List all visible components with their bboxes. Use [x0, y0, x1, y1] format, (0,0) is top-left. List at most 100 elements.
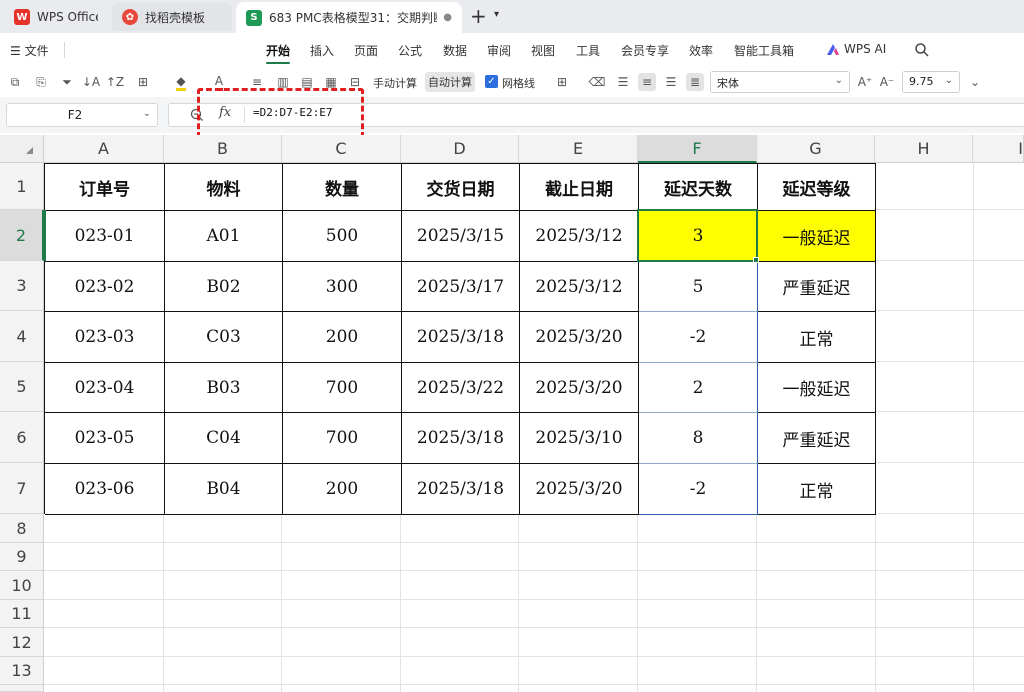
row-header-6[interactable]: 6 [0, 412, 44, 463]
auto-calc-button[interactable]: 自动计算 [425, 72, 475, 92]
table-cell[interactable]: 023-03 [45, 312, 165, 363]
table-cell[interactable]: 2025/3/18 [402, 464, 520, 515]
merge-icon[interactable]: ▥ [274, 73, 292, 91]
manual-calc-button[interactable]: 手动计算 [373, 75, 417, 91]
fill-handle[interactable] [753, 257, 759, 263]
header-cell[interactable]: 截止日期 [520, 164, 639, 211]
table-cell[interactable]: 8 [639, 413, 758, 464]
tab-insert[interactable]: 插入 [310, 42, 334, 59]
tab-active-document[interactable]: S 683 PMC表格模型31：交期判断 ● [236, 2, 462, 33]
table-cell[interactable]: 700 [283, 413, 402, 464]
row-header-14[interactable] [0, 685, 44, 692]
select-all-corner[interactable] [0, 135, 44, 163]
table-cell[interactable]: 2025/3/18 [402, 413, 520, 464]
row-header-10[interactable]: 10 [0, 571, 44, 600]
wrap-text-icon[interactable]: ≡ [248, 73, 266, 91]
column-header-f[interactable]: F [638, 135, 757, 163]
table-cell[interactable]: 2025/3/10 [520, 413, 639, 464]
column-header-h[interactable]: H [875, 135, 973, 163]
column-header-g[interactable]: G [757, 135, 875, 163]
column-header-e[interactable]: E [519, 135, 638, 163]
header-cell[interactable]: 物料 [165, 164, 283, 211]
increase-font-icon[interactable]: A⁺ [856, 73, 874, 91]
table-cell[interactable]: A01 [165, 211, 283, 262]
borders-icon[interactable]: ⊞ [134, 73, 152, 91]
table-cell[interactable]: 2025/3/18 [402, 312, 520, 363]
table-cell[interactable]: 023-04 [45, 363, 165, 413]
tab-wps-ai[interactable]: WPS AI [844, 42, 886, 56]
freeze-panes-icon[interactable]: ▤ [298, 73, 316, 91]
clear-format-icon[interactable]: ⌫ [588, 73, 606, 91]
table-cell[interactable]: B03 [165, 363, 283, 413]
insert-column-icon[interactable]: ⊟ [346, 73, 364, 91]
table-cell[interactable]: 023-01 [45, 211, 165, 262]
sort-descending-icon[interactable]: ↑Z [106, 73, 124, 91]
table-cell[interactable]: 2025/3/17 [402, 262, 520, 312]
table-cell[interactable]: 2025/3/12 [520, 211, 639, 262]
align-right-icon[interactable]: ☰ [662, 73, 680, 91]
table-cell[interactable]: C03 [165, 312, 283, 363]
header-cell[interactable]: 交货日期 [402, 164, 520, 211]
table-cell[interactable]: C04 [165, 413, 283, 464]
row-header-11[interactable]: 11 [0, 600, 44, 628]
tab-template[interactable]: ✿ 找稻壳模板 [112, 3, 232, 31]
header-cell[interactable]: 数量 [283, 164, 402, 211]
table-cell[interactable]: B02 [165, 262, 283, 312]
table-cell[interactable]: B04 [165, 464, 283, 515]
table-cell[interactable]: 5 [639, 262, 758, 312]
file-menu[interactable]: ☰ 文件 [10, 42, 49, 59]
row-header-9[interactable]: 9 [0, 543, 44, 571]
table-cell[interactable]: 300 [283, 262, 402, 312]
tab-formula[interactable]: 公式 [398, 42, 422, 59]
tab-home[interactable]: 开始 [266, 42, 290, 59]
column-header-d[interactable]: D [401, 135, 519, 163]
fill-color-icon[interactable]: ◆ [172, 73, 190, 91]
table-cell[interactable]: 严重延迟 [758, 262, 876, 312]
paste-special-icon[interactable]: ⎘ [32, 73, 50, 91]
table-cell[interactable]: 一般延迟 [758, 211, 876, 262]
row-header-8[interactable]: 8 [0, 514, 44, 543]
decrease-font-icon[interactable]: A⁻ [878, 73, 896, 91]
column-header-a[interactable]: A [44, 135, 164, 163]
table-cell[interactable]: 500 [283, 211, 402, 262]
sort-ascending-icon[interactable]: ↓A [82, 73, 100, 91]
table-cell[interactable]: 一般延迟 [758, 363, 876, 413]
table-cell[interactable]: 2025/3/20 [520, 363, 639, 413]
row-header-7[interactable]: 7 [0, 463, 44, 514]
table-cell[interactable]: 正常 [758, 464, 876, 515]
row-header-12[interactable]: 12 [0, 628, 44, 657]
row-header-5[interactable]: 5 [0, 362, 44, 412]
table-cell-selected[interactable]: 3 [639, 211, 758, 262]
format-painter-icon[interactable]: ⧉ [6, 73, 24, 91]
header-cell[interactable]: 订单号 [45, 164, 165, 211]
table-cell[interactable]: 严重延迟 [758, 413, 876, 464]
name-box[interactable]: F2 ⌄ [6, 103, 158, 127]
table-cell[interactable]: 2 [639, 363, 758, 413]
font-color-icon[interactable]: A [210, 73, 228, 91]
row-header-4[interactable]: 4 [0, 311, 44, 362]
table-cell[interactable]: 2025/3/22 [402, 363, 520, 413]
column-header-c[interactable]: C [282, 135, 401, 163]
formula-text[interactable]: =D2:D7-E2:E7 [253, 106, 332, 119]
search-icon[interactable] [914, 42, 930, 58]
font-family-select[interactable]: 宋体 ⌄ [710, 71, 850, 93]
row-header-1[interactable]: 1 [0, 163, 44, 210]
table-cell[interactable]: 2025/3/12 [520, 262, 639, 312]
tab-page[interactable]: 页面 [354, 42, 378, 59]
zoom-formula-icon[interactable] [190, 108, 204, 122]
more-options-chevron-icon[interactable]: ⌄ [966, 73, 984, 91]
table-cell[interactable]: 2025/3/15 [402, 211, 520, 262]
table-cell[interactable]: 200 [283, 312, 402, 363]
table-cell[interactable]: 2025/3/20 [520, 464, 639, 515]
tab-smart-toolbox[interactable]: 智能工具箱 [734, 42, 794, 59]
table-cell[interactable]: 700 [283, 363, 402, 413]
filter-icon[interactable]: ⏷ [58, 73, 76, 91]
unsaved-dot-icon[interactable]: ● [443, 12, 452, 23]
table-cell[interactable]: 023-06 [45, 464, 165, 515]
row-header-3[interactable]: 3 [0, 261, 44, 311]
table-cell[interactable]: -2 [639, 312, 758, 363]
new-tab-plus-icon[interactable]: + [470, 6, 487, 26]
split-icon[interactable]: ▦ [322, 73, 340, 91]
tab-review[interactable]: 审阅 [487, 42, 511, 59]
table-cell[interactable]: -2 [639, 464, 758, 515]
